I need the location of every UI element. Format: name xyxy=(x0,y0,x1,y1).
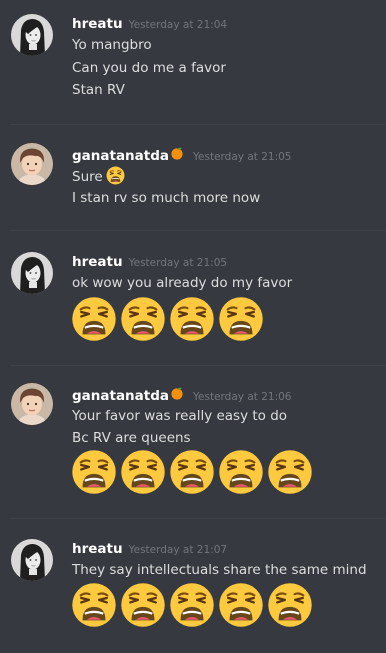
tangerine-icon xyxy=(170,145,184,160)
weary-face-icon[interactable] xyxy=(267,449,313,495)
weary-face-icon xyxy=(106,166,125,185)
timestamp: Yesterday at 21:06 xyxy=(193,391,292,403)
weary-face-icon[interactable] xyxy=(169,296,215,342)
weary-face-icon[interactable] xyxy=(218,449,264,495)
message-text: Can you do me a favor xyxy=(72,60,226,76)
username[interactable]: hreatu xyxy=(72,541,123,557)
weary-face-icon[interactable] xyxy=(120,582,166,628)
message-text: I stan rv so much more now xyxy=(72,190,261,206)
avatar[interactable] xyxy=(11,252,53,294)
weary-face-icon[interactable] xyxy=(120,296,166,342)
avatar[interactable] xyxy=(11,14,53,56)
weary-face-icon[interactable] xyxy=(120,449,166,495)
emoji-row xyxy=(71,582,313,628)
message-divider xyxy=(10,230,386,231)
message-text: Bc RV are queens xyxy=(72,430,191,446)
timestamp: Yesterday at 21:05 xyxy=(193,151,292,163)
message-header: hreatu Yesterday at 21:07 xyxy=(72,541,227,557)
weary-face-icon[interactable] xyxy=(169,449,215,495)
message-text: Your favor was really easy to do xyxy=(72,408,288,424)
weary-face-icon[interactable] xyxy=(71,449,117,495)
avatar[interactable] xyxy=(11,383,53,425)
weary-face-icon[interactable] xyxy=(267,582,313,628)
emoji-row xyxy=(71,449,313,495)
username[interactable]: hreatu xyxy=(72,254,123,270)
message-text-content: Sure xyxy=(72,169,103,185)
message-header: ganatanatda Yesterday at 21:06 xyxy=(72,385,291,404)
username[interactable]: ganatanatda xyxy=(72,148,169,164)
weary-face-icon[interactable] xyxy=(218,296,264,342)
timestamp: Yesterday at 21:07 xyxy=(128,544,228,556)
message-text: They say intellectuals share the same mi… xyxy=(72,562,367,578)
tangerine-icon xyxy=(170,385,184,400)
avatar[interactable] xyxy=(11,539,53,581)
message-header: hreatu Yesterday at 21:04 xyxy=(72,16,227,32)
message-divider xyxy=(10,124,386,125)
message-text: Yo mangbro xyxy=(72,37,152,53)
message-header: ganatanatda Yesterday at 21:05 xyxy=(72,145,291,164)
chat-messages: hreatu Yesterday at 21:04 Yo mangbro Can… xyxy=(0,0,386,653)
username[interactable]: hreatu xyxy=(72,16,123,32)
username[interactable]: ganatanatda xyxy=(72,388,169,404)
message-text: Stan RV xyxy=(72,82,125,98)
message-divider xyxy=(10,365,386,366)
timestamp: Yesterday at 21:04 xyxy=(128,19,228,31)
weary-face-icon[interactable] xyxy=(71,582,117,628)
timestamp: Yesterday at 21:05 xyxy=(128,257,228,269)
weary-face-icon[interactable] xyxy=(71,296,117,342)
message-text: Sure xyxy=(72,166,125,185)
avatar[interactable] xyxy=(11,143,53,185)
weary-face-icon[interactable] xyxy=(218,582,264,628)
message-divider xyxy=(10,518,386,519)
message-text: ok wow you already do my favor xyxy=(72,275,293,291)
emoji-row xyxy=(71,296,264,342)
weary-face-icon[interactable] xyxy=(169,582,215,628)
message-header: hreatu Yesterday at 21:05 xyxy=(72,254,227,270)
